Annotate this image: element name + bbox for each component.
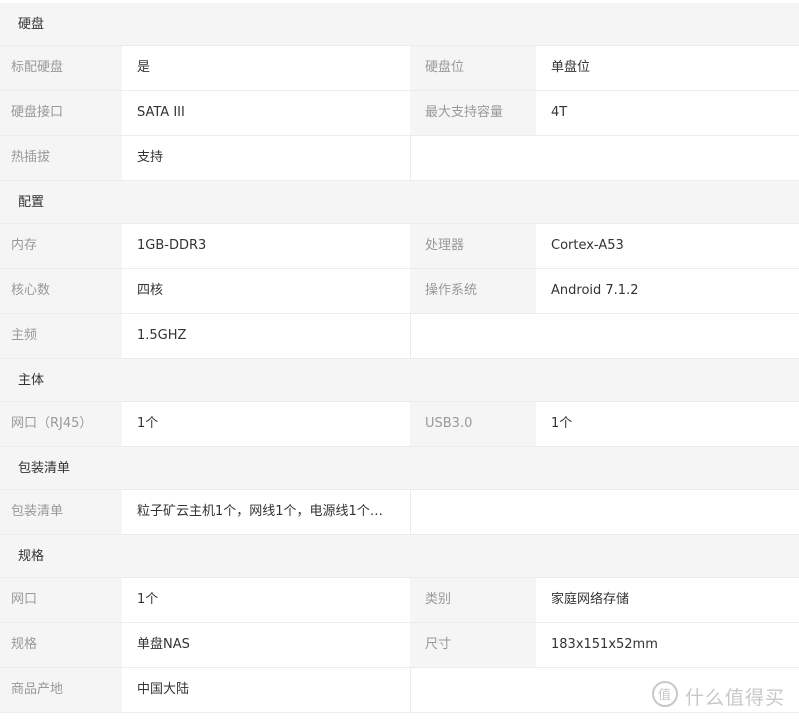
spec-label: 主频 (0, 314, 122, 358)
spec-value: 4T (536, 91, 799, 135)
watermark-text: 什么值得买 (684, 686, 785, 709)
svg-text:值: 值 (658, 687, 672, 703)
section-title: 硬盘 (18, 17, 45, 32)
section-title: 主体 (18, 373, 45, 388)
spec-row: 规格 单盘NAS 尺寸 183x151x52mm (0, 623, 799, 668)
spec-value: 家庭网络存储 (536, 578, 799, 622)
section-header: 配置 (0, 181, 799, 224)
spec-row: 标配硬盘是硬盘位 单盘位 (0, 46, 799, 91)
spec-label: 网口（RJ45） (0, 402, 122, 446)
spec-label (410, 490, 536, 534)
spec-label: 操作系统 (410, 269, 536, 313)
section-title: 包装清单 (18, 461, 71, 476)
spec-table: 硬盘 标配硬盘是硬盘位 单盘位 硬盘接口 SATA III 最大支持容量 4T 热插拔 支持 配置… (0, 3, 799, 713)
spec-value: 单盘位 (536, 46, 799, 90)
spec-label: 硬盘位 (410, 46, 536, 90)
section-header: 硬盘 (0, 3, 799, 46)
spec-label: 包装清单 (0, 490, 122, 534)
spec-value: 1个 (122, 402, 410, 446)
spec-value: 中国大陆 (122, 668, 410, 712)
section-title: 配置 (18, 195, 45, 210)
spec-value: Cortex-A53 (536, 224, 799, 268)
spec-value: 是 (122, 46, 410, 90)
spec-value: SATA III (122, 91, 410, 135)
spec-value: 1GB-DDR3 (122, 224, 410, 268)
spec-row: 核心数 四核 操作系统 Android 7.1.2 (0, 269, 799, 314)
spec-row: 网口 1个 类别 家庭网络存储 (0, 578, 799, 623)
spec-value: 1.5GHZ (122, 314, 410, 358)
spec-row: 主频 1.5GHZ (0, 314, 799, 359)
spec-label: 类别 (410, 578, 536, 622)
section-header: 规格 (0, 535, 799, 578)
spec-label (410, 314, 536, 358)
spec-label: 最大支持容量 (410, 91, 536, 135)
spec-value: 1个 (536, 402, 799, 446)
section-header: 包装清单 (0, 447, 799, 490)
section-header: 主体 (0, 359, 799, 402)
spec-value: 单盘NAS (122, 623, 410, 667)
spec-label: 规格 (0, 623, 122, 667)
spec-value: Android 7.1.2 (536, 269, 799, 313)
spec-row: 网口（RJ45） 1个 USB3.0 1个 (0, 402, 799, 447)
spec-value (536, 314, 799, 358)
zhide-logo-icon: 值 (651, 680, 685, 713)
spec-value (536, 490, 799, 534)
spec-label: USB3.0 (410, 402, 536, 446)
spec-label: 商品产地 (0, 668, 122, 712)
spec-row: 内存 1GB-DDR3 处理器 Cortex-A53 (0, 224, 799, 269)
spec-label: 标配硬盘 (0, 46, 122, 90)
spec-row: 热插拔 支持 (0, 136, 799, 181)
spec-label: 处理器 (410, 224, 536, 268)
spec-label: 核心数 (0, 269, 122, 313)
spec-label (410, 136, 536, 180)
spec-label: 网口 (0, 578, 122, 622)
spec-value: 四核 (122, 269, 410, 313)
watermark: 值 什么值得买 (651, 680, 785, 713)
spec-label: 内存 (0, 224, 122, 268)
spec-value: 粒子矿云主机1个，网线1个，电源线1个… (122, 490, 410, 534)
spec-value: 1个 (122, 578, 410, 622)
spec-row: 硬盘接口 SATA III 最大支持容量 4T (0, 91, 799, 136)
spec-label: 硬盘接口 (0, 91, 122, 135)
spec-row: 包装清单 粒子矿云主机1个，网线1个，电源线1个… (0, 490, 799, 535)
spec-label: 尺寸 (410, 623, 536, 667)
section-title: 规格 (18, 549, 45, 564)
spec-label (410, 668, 536, 712)
spec-value (536, 136, 799, 180)
spec-label: 热插拔 (0, 136, 122, 180)
spec-value: 183x151x52mm (536, 623, 799, 667)
spec-value: 支持 (122, 136, 410, 180)
